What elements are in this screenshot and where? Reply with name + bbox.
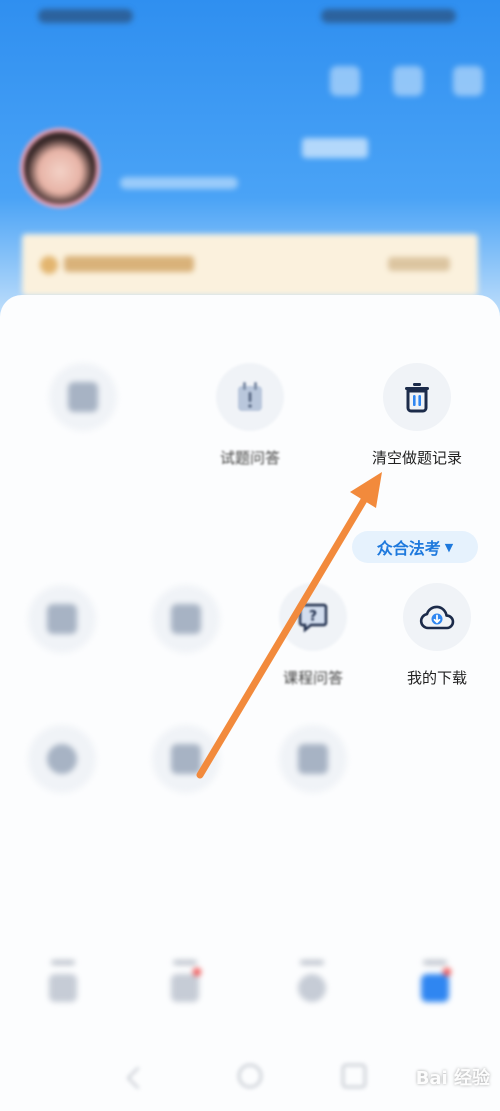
- watermark: Bai 经验: [415, 1068, 490, 1089]
- header-action-icon-3[interactable]: [453, 66, 483, 96]
- user-name-blurred: [120, 137, 300, 159]
- question-bubble-icon: ?: [279, 583, 347, 651]
- user-badge: [302, 138, 368, 158]
- home-icon[interactable]: [238, 1064, 262, 1088]
- user-subtitle: [120, 177, 238, 189]
- recent-apps-icon[interactable]: [342, 1064, 366, 1088]
- blurred-placeholder-icon: [152, 725, 220, 793]
- grid-item-label: 试题问答: [219, 449, 280, 467]
- status-bar-right: [321, 9, 456, 23]
- grid-item-1[interactable]: [28, 363, 138, 483]
- grid-item-course-qa[interactable]: ? 课程问答: [258, 583, 368, 703]
- blurred-placeholder-icon: [279, 725, 347, 793]
- vip-icon: [40, 256, 58, 274]
- grid-item-question-answer[interactable]: 试题问答: [195, 363, 305, 483]
- bottom-tab-bar: [0, 960, 500, 1030]
- org-selector-label: 众合法考: [376, 539, 441, 558]
- tab-3[interactable]: [282, 960, 342, 1030]
- grid-item-3-1[interactable]: [7, 725, 117, 845]
- blurred-placeholder-icon: [28, 585, 96, 653]
- vip-banner-link[interactable]: [388, 257, 450, 271]
- tab-1[interactable]: [33, 960, 93, 1030]
- back-icon[interactable]: [126, 1066, 150, 1090]
- header-action-icon-1[interactable]: [330, 66, 360, 96]
- org-selector[interactable]: 众合法考 ▼: [352, 531, 478, 563]
- avatar[interactable]: [20, 128, 100, 208]
- trash-icon: [383, 363, 451, 431]
- vip-banner-text: [64, 256, 194, 272]
- profile-header: [0, 0, 500, 330]
- vip-banner[interactable]: [22, 234, 478, 296]
- grid-item-label: 清空做题记录: [371, 449, 462, 467]
- tab-2[interactable]: [155, 960, 215, 1030]
- blurred-placeholder-icon: [152, 585, 220, 653]
- tab-4[interactable]: [405, 960, 465, 1030]
- svg-text:?: ?: [309, 609, 317, 625]
- grid-item-label: 课程问答: [282, 669, 343, 687]
- caret-down-icon: ▼: [444, 540, 454, 554]
- grid-item-2-2[interactable]: [131, 585, 241, 705]
- blurred-placeholder-icon: [28, 725, 96, 793]
- calendar-alert-icon: [216, 363, 284, 431]
- grid-item-3-3[interactable]: [258, 725, 368, 845]
- grid-item-3-2[interactable]: [131, 725, 241, 845]
- blurred-placeholder-icon: [49, 363, 117, 431]
- grid-item-label: 我的下载: [406, 669, 467, 687]
- cloud-download-icon: [403, 583, 471, 651]
- status-bar: [0, 0, 500, 36]
- header-action-icon-2[interactable]: [393, 66, 423, 96]
- grid-item-2-1[interactable]: [7, 585, 117, 705]
- grid-item-clear-records[interactable]: 清空做题记录: [362, 363, 472, 483]
- status-bar-left: [38, 9, 133, 23]
- grid-item-my-downloads[interactable]: 我的下载: [382, 583, 492, 703]
